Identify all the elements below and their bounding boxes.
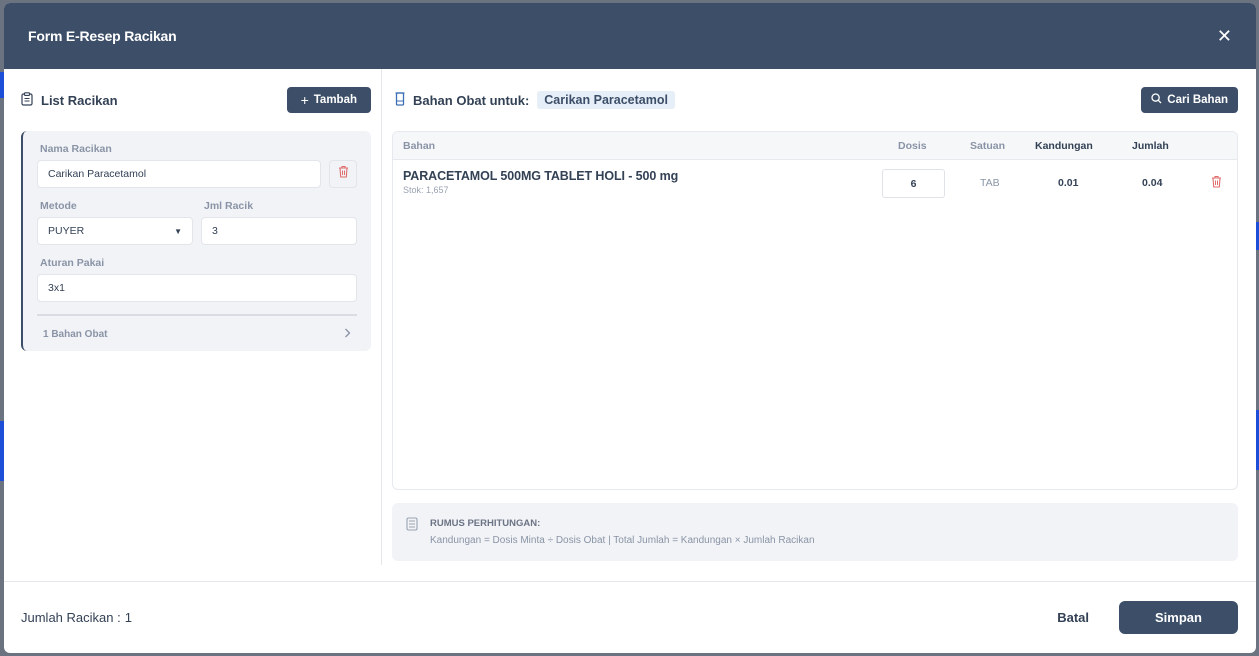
bahan-obat-count: 1 Bahan Obat: [43, 329, 108, 340]
bahan-obat-title-text: Bahan Obat untuk:: [413, 92, 530, 108]
table-row: PARACETAMOL 500MG TABLET HOLI - 500 mg S…: [393, 160, 1237, 208]
formula-text: Kandungan = Dosis Minta ÷ Dosis Obat | T…: [430, 535, 815, 546]
jumlah-cell: 0.04: [1142, 177, 1163, 189]
trash-icon: [338, 165, 349, 183]
bahan-obat-header: Bahan Obat untuk: Carikan Paracetamol Ca…: [392, 69, 1238, 131]
racikan-list-panel: List Racikan + Tambah Nama Racikan Carik…: [4, 69, 382, 565]
racikan-count: Jumlah Racikan :1: [21, 610, 132, 625]
delete-racikan-button[interactable]: [329, 160, 357, 188]
racikan-count-value: 1: [124, 610, 132, 625]
racikan-list-title-text: List Racikan: [41, 92, 118, 108]
bahan-obat-title: Bahan Obat untuk: Carikan Paracetamol: [395, 91, 675, 109]
footer-actions: Batal Simpan: [1057, 601, 1238, 634]
bahan-stok: Stok: 1,657: [403, 185, 449, 195]
racikan-list-header: List Racikan + Tambah: [21, 69, 371, 131]
satuan-cell: TAB: [980, 177, 1000, 189]
modal-footer: Jumlah Racikan :1 Batal Simpan: [4, 581, 1256, 653]
vial-icon: [395, 91, 405, 109]
nama-racikan-input[interactable]: Carikan Paracetamol: [37, 160, 322, 188]
aturan-pakai-group: Aturan Pakai 3x1: [37, 257, 357, 302]
modal-header: Form E-Resep Racikan ✕: [4, 3, 1256, 69]
racikan-count-label: Jumlah Racikan :: [21, 610, 121, 625]
dosis-value: 6: [910, 177, 917, 190]
plus-icon: +: [300, 92, 309, 108]
search-icon: [1151, 93, 1162, 107]
table-header: Bahan Dosis Satuan Kandungan Jumlah: [393, 132, 1237, 160]
metode-select[interactable]: PUYER ▼: [37, 217, 193, 245]
jml-racik-group: Jml Racik 3: [201, 200, 357, 245]
bahan-name: PARACETAMOL 500MG TABLET HOLI - 500 mg: [403, 169, 679, 183]
dosis-input[interactable]: 6: [882, 169, 945, 198]
racikan-card: Nama Racikan Carikan Paracetamol Metode: [21, 131, 371, 351]
formula-content: RUMUS PERHITUNGAN: Kandungan = Dosis Min…: [430, 515, 815, 549]
nama-racikan-row: Carikan Paracetamol: [37, 160, 357, 188]
close-icon[interactable]: ✕: [1217, 27, 1232, 45]
caret-down-icon: ▼: [174, 226, 182, 236]
search-bahan-button[interactable]: Cari Bahan: [1141, 87, 1238, 113]
racikan-name-chip: Carikan Paracetamol: [537, 91, 675, 109]
e-resep-racikan-modal: Form E-Resep Racikan ✕ List Racikan + Ta…: [4, 3, 1256, 653]
formula-box: RUMUS PERHITUNGAN: Kandungan = Dosis Min…: [392, 503, 1238, 561]
metode-group: Metode PUYER ▼: [37, 200, 193, 245]
formula-title: RUMUS PERHITUNGAN:: [430, 518, 541, 529]
save-button-label: Simpan: [1155, 610, 1202, 625]
save-button[interactable]: Simpan: [1119, 601, 1238, 634]
chevron-right-icon: [344, 328, 351, 341]
kandungan-cell: 0.01: [1058, 177, 1079, 189]
add-racikan-label: Tambah: [313, 94, 357, 106]
search-bahan-label: Cari Bahan: [1167, 94, 1228, 106]
racikan-list-title: List Racikan: [21, 91, 118, 109]
modal-title: Form E-Resep Racikan: [28, 28, 177, 44]
aturan-pakai-label: Aturan Pakai: [40, 257, 105, 269]
nama-racikan-value: Carikan Paracetamol: [48, 168, 147, 180]
cancel-button[interactable]: Batal: [1057, 610, 1089, 625]
metode-label: Metode: [40, 200, 77, 212]
bahan-obat-panel: Bahan Obat untuk: Carikan Paracetamol Ca…: [392, 69, 1238, 569]
nama-racikan-label: Nama Racikan: [40, 143, 112, 155]
jml-racik-input[interactable]: 3: [201, 217, 357, 245]
calculator-icon: [406, 517, 418, 549]
column-header-jumlah: Jumlah: [1132, 139, 1169, 152]
modal-body: List Racikan + Tambah Nama Racikan Carik…: [4, 69, 1256, 581]
trash-icon[interactable]: [1211, 175, 1222, 191]
column-header-dosis: Dosis: [898, 139, 927, 152]
clipboard-icon: [21, 91, 33, 109]
metode-value: PUYER: [48, 225, 85, 237]
metode-jml-row: Metode PUYER ▼ Jml Racik 3: [37, 200, 357, 245]
bahan-table: Bahan Dosis Satuan Kandungan Jumlah PARA…: [392, 131, 1238, 490]
column-header-kandungan: Kandungan: [1035, 139, 1093, 152]
aturan-pakai-input[interactable]: 3x1: [37, 274, 357, 302]
column-header-bahan: Bahan: [403, 139, 436, 152]
add-racikan-button[interactable]: + Tambah: [286, 87, 371, 113]
aturan-pakai-value: 3x1: [48, 282, 65, 294]
bahan-obat-summary[interactable]: 1 Bahan Obat: [37, 314, 357, 341]
column-header-satuan: Satuan: [970, 139, 1006, 152]
jml-racik-value: 3: [212, 225, 218, 237]
jml-racik-label: Jml Racik: [204, 200, 254, 212]
